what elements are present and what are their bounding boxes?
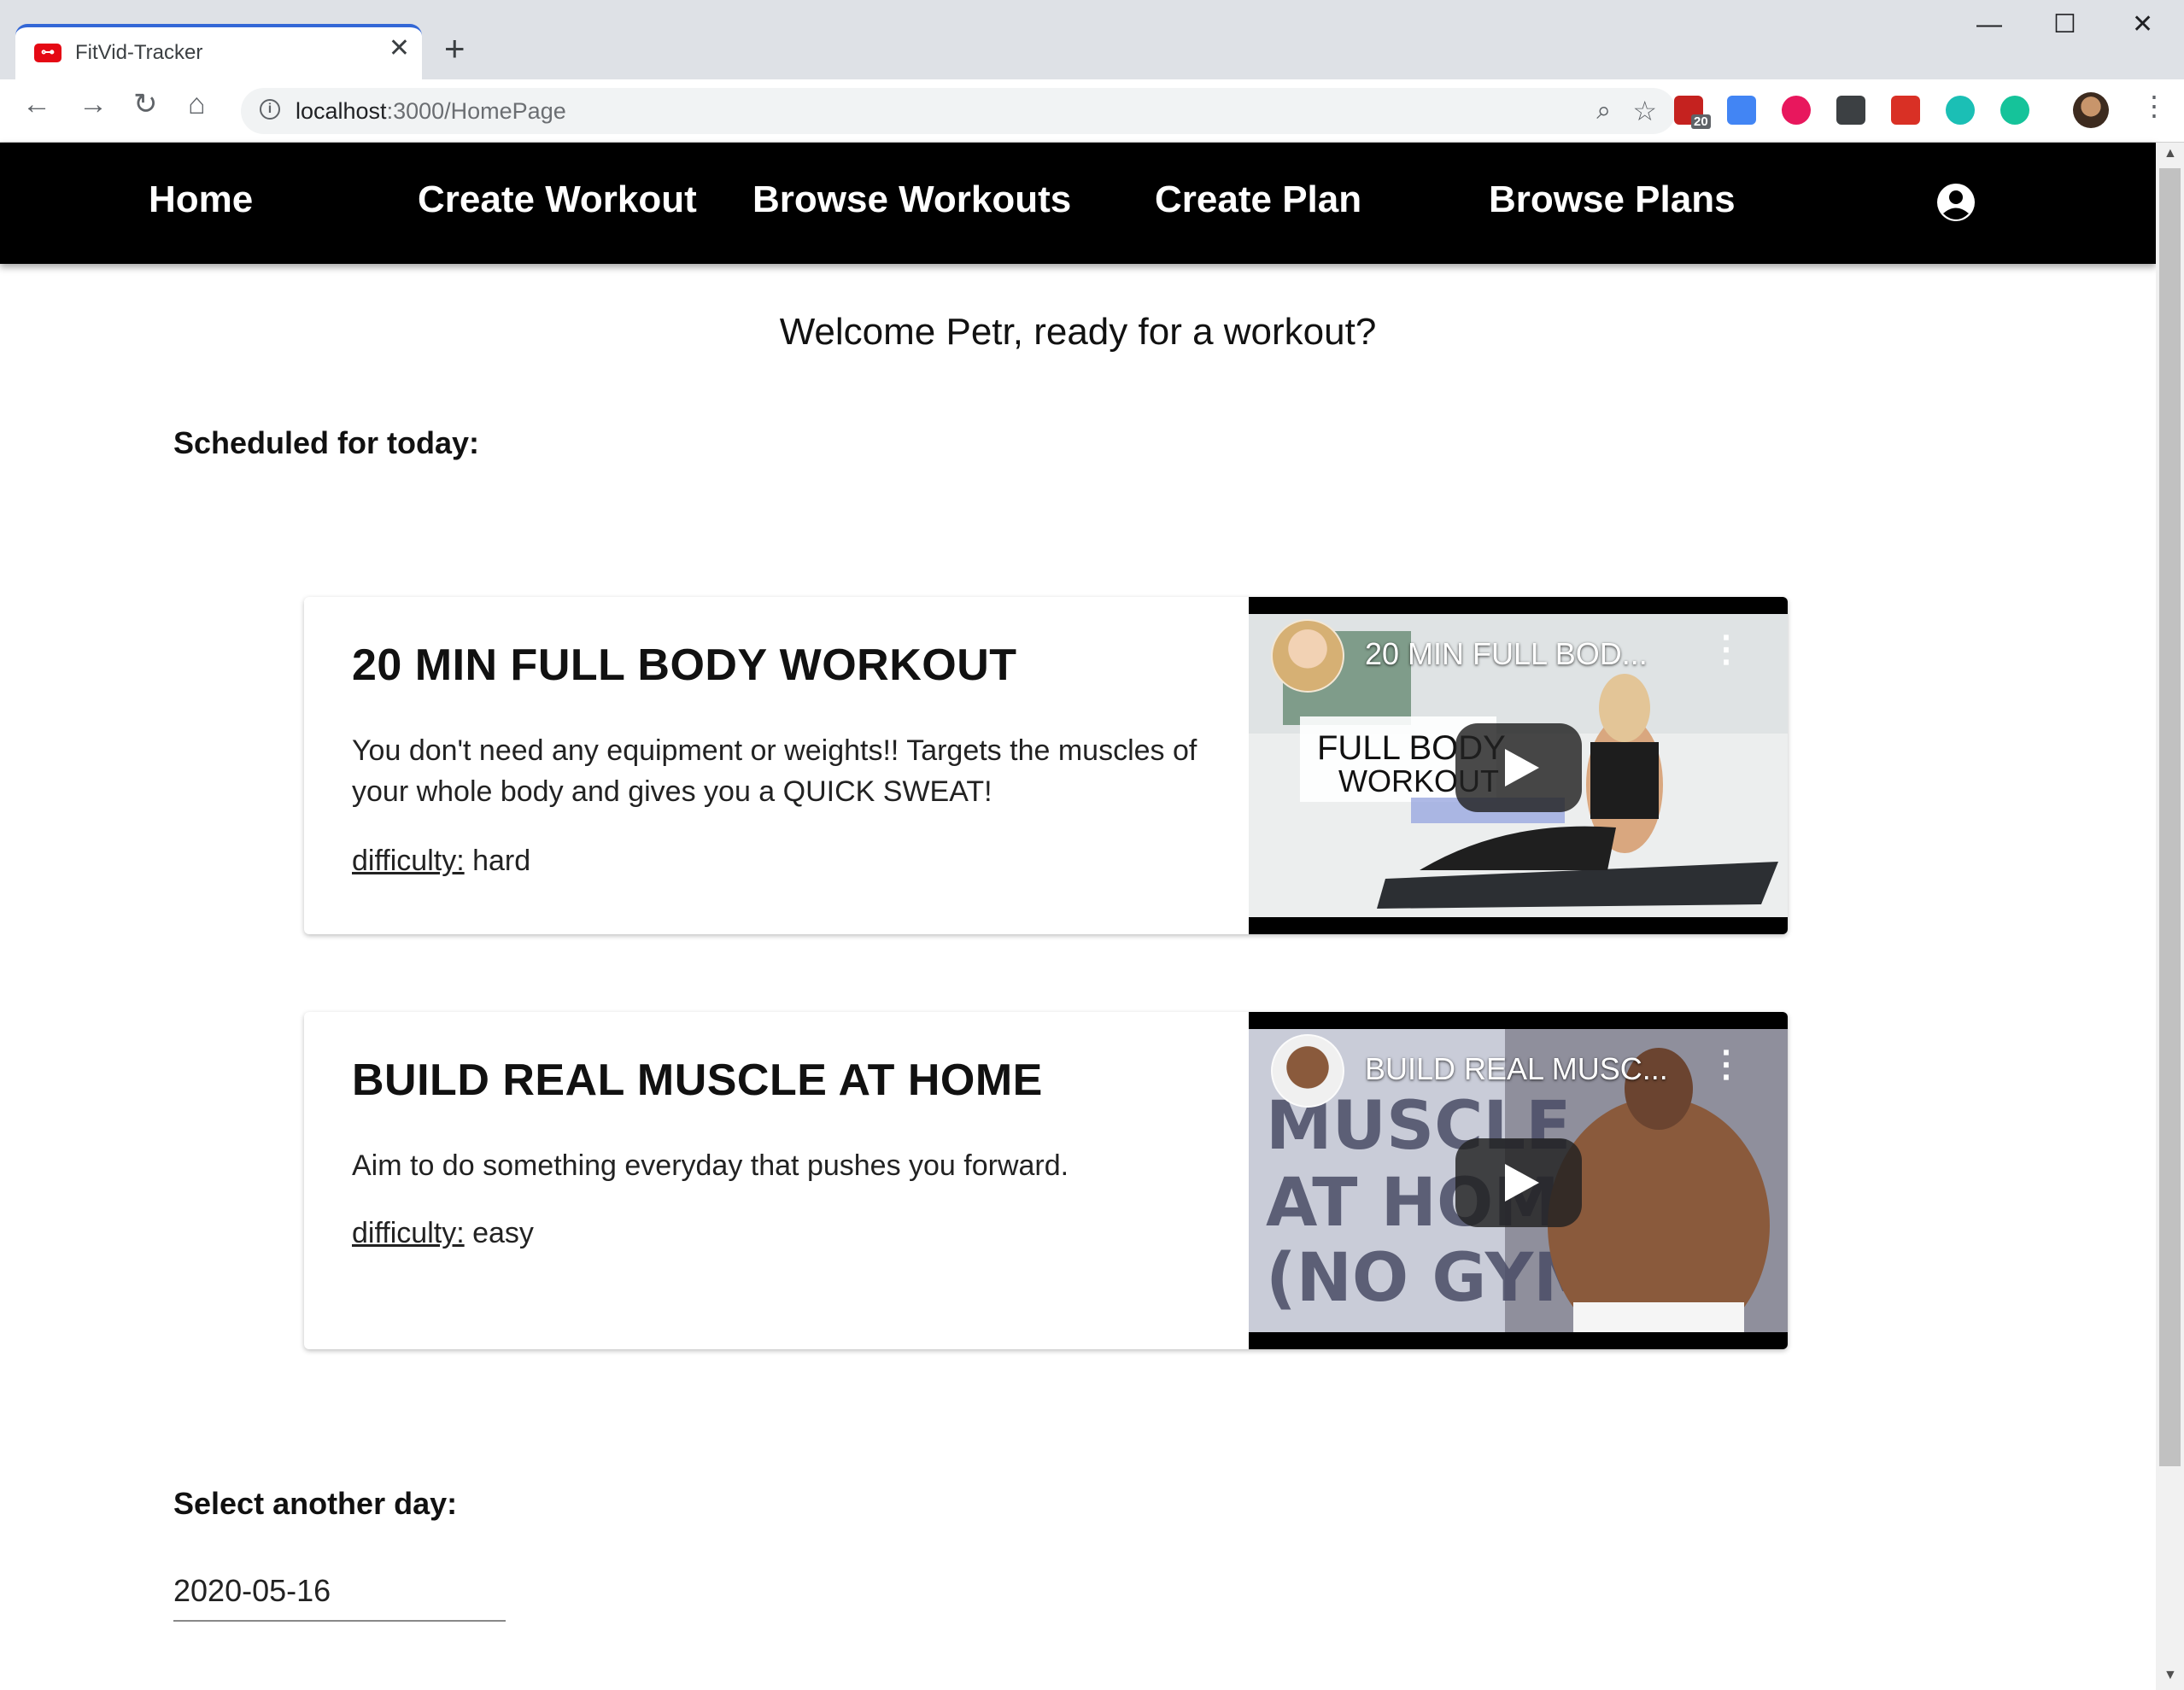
- workout-card: 20 MIN FULL BODY WORKOUT You don't need …: [304, 597, 1788, 934]
- nav-browse-plans[interactable]: Browse Plans: [1489, 178, 1736, 221]
- workout-title: BUILD REAL MUSCLE AT HOME: [352, 1056, 1043, 1105]
- page-scrollbar[interactable]: ▲ ▼: [2156, 143, 2184, 1690]
- workout-description: You don't need any equipment or weights!…: [352, 734, 1197, 808]
- workout-difficulty: difficulty: hard: [352, 845, 530, 878]
- play-button-icon[interactable]: [1455, 1138, 1582, 1227]
- reload-icon[interactable]: ↻: [133, 90, 158, 119]
- adblock-icon[interactable]: 20: [1674, 96, 1711, 129]
- video-thumbnail[interactable]: MUSCLE AT HOME (NO GYM) BUILD REAL MUSC.…: [1249, 1029, 1788, 1332]
- minimize-button[interactable]: —: [1976, 12, 2002, 38]
- new-tab-button[interactable]: +: [444, 31, 465, 67]
- workout-difficulty: difficulty: easy: [352, 1217, 534, 1250]
- maximize-button[interactable]: ☐: [2053, 12, 2076, 38]
- video-title[interactable]: 20 MIN FULL BOD...: [1365, 636, 1648, 672]
- scheduled-label: Scheduled for today:: [173, 425, 480, 460]
- site-info-icon[interactable]: i: [260, 99, 280, 120]
- video-title[interactable]: BUILD REAL MUSC...: [1365, 1051, 1668, 1087]
- bookmark-star-icon[interactable]: ☆: [1632, 95, 1657, 127]
- channel-avatar[interactable]: [1271, 1034, 1344, 1108]
- date-input-underline: [173, 1620, 506, 1622]
- video-thumbnail[interactable]: FULL BODY WORKOUT 20 MIN FULL BOD... ⋮: [1249, 614, 1788, 917]
- video-player[interactable]: MUSCLE AT HOME (NO GYM) BUILD REAL MUSC.…: [1249, 1012, 1788, 1349]
- difficulty-value: hard: [472, 845, 531, 877]
- browser-tab[interactable]: ⊶ FitVid-Tracker ✕: [15, 24, 422, 81]
- difficulty-label: difficulty:: [352, 845, 465, 877]
- nav-home[interactable]: Home: [149, 178, 253, 221]
- browser-tabstrip: ⊶ FitVid-Tracker ✕ + — ☐ ✕: [0, 0, 2184, 81]
- teal-extension-icon[interactable]: [1946, 96, 1975, 125]
- scroll-up-arrow-icon[interactable]: ▲: [2164, 146, 2177, 161]
- welcome-heading: Welcome Petr, ready for a workout?: [779, 311, 1377, 353]
- tab-close-icon[interactable]: ✕: [389, 36, 410, 61]
- workout-title: 20 MIN FULL BODY WORKOUT: [352, 640, 1017, 690]
- json-icon[interactable]: [1836, 96, 1865, 125]
- translate-icon[interactable]: [1727, 96, 1756, 125]
- difficulty-value: easy: [472, 1217, 534, 1249]
- scroll-down-arrow-icon[interactable]: ▼: [2164, 1668, 2177, 1683]
- workout-card: BUILD REAL MUSCLE AT HOME Aim to do some…: [304, 1012, 1788, 1349]
- zoom-icon[interactable]: ⌕: [1596, 96, 1611, 126]
- grid-extension-icon[interactable]: [1891, 96, 1920, 125]
- close-window-button[interactable]: ✕: [2132, 12, 2153, 38]
- url-text[interactable]: localhost:3000/HomePage: [296, 98, 566, 125]
- address-bar[interactable]: i localhost:3000/HomePage ⌕ ☆: [241, 88, 1676, 134]
- back-arrow-icon[interactable]: ←: [22, 90, 51, 119]
- app-navbar: Home Create Workout Browse Workouts Crea…: [0, 143, 2156, 264]
- dumbbell-favicon-icon: ⊶: [34, 44, 61, 62]
- difficulty-label: difficulty:: [352, 1217, 465, 1249]
- video-more-icon[interactable]: ⋮: [1708, 1046, 1744, 1082]
- profile-avatar[interactable]: [2073, 92, 2109, 128]
- video-player[interactable]: FULL BODY WORKOUT 20 MIN FULL BOD... ⋮: [1249, 597, 1788, 934]
- account-circle-icon[interactable]: [1935, 182, 1976, 223]
- play-button-icon[interactable]: [1455, 723, 1582, 812]
- media-icon[interactable]: [1782, 96, 1811, 125]
- tab-title: FitVid-Tracker: [75, 41, 203, 64]
- browser-menu-icon[interactable]: ⋮: [2140, 92, 2168, 120]
- workout-description: Aim to do something everyday that pushes…: [352, 1149, 1069, 1182]
- select-day-label: Select another day:: [173, 1486, 458, 1521]
- forward-arrow-icon[interactable]: →: [79, 90, 108, 119]
- scroll-thumb[interactable]: [2159, 168, 2181, 1466]
- home-icon[interactable]: ⌂: [188, 90, 206, 119]
- date-input[interactable]: 2020-05-16: [173, 1573, 331, 1609]
- nav-create-workout[interactable]: Create Workout: [418, 178, 697, 221]
- channel-avatar[interactable]: [1271, 619, 1344, 693]
- nav-create-plan[interactable]: Create Plan: [1155, 178, 1361, 221]
- nav-browse-workouts[interactable]: Browse Workouts: [752, 178, 1071, 221]
- extension-badge: 20: [1691, 114, 1711, 129]
- grammar-extension-icon[interactable]: [2000, 96, 2029, 125]
- video-more-icon[interactable]: ⋮: [1708, 631, 1744, 667]
